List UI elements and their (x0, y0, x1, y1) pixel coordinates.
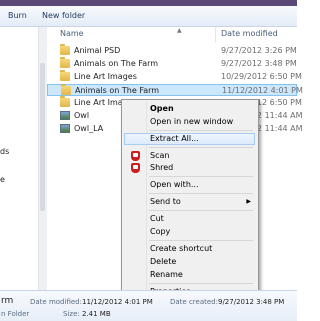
menu-item-label: Create shortcut (150, 244, 213, 253)
menu-item-scan[interactable]: Scan (124, 150, 255, 162)
menu-item-label: Send to (150, 197, 181, 206)
size-value: 2.41 MB (82, 310, 111, 318)
file-date: 9/27/2012 3:48 PM (221, 59, 297, 68)
date-modified-value: 11/12/2012 4:01 PM (82, 298, 153, 306)
menu-item-open[interactable]: Open (124, 103, 255, 115)
menu-item-open-with[interactable]: Open with... (124, 179, 255, 191)
nav-item-1[interactable]: ds (0, 147, 9, 156)
menu-item-create-shortcut[interactable]: Create shortcut (124, 243, 255, 255)
menu-item-label: Open with... (150, 180, 199, 189)
menu-separator (149, 147, 253, 148)
menu-item-label: Extract All... (150, 134, 199, 143)
image-icon (60, 111, 70, 120)
context-menu: Open Open in new window Extract All... S… (121, 99, 259, 303)
menu-separator (149, 130, 253, 131)
new-folder-button[interactable]: New folder (42, 11, 85, 20)
file-name: Animal PSD (74, 46, 121, 55)
folder-icon (60, 44, 70, 55)
folder-icon (60, 57, 70, 68)
zip-folder-icon (61, 84, 71, 95)
navigation-pane: ds e (0, 27, 38, 290)
menu-item-label: Shred (150, 163, 174, 172)
menu-item-label: Scan (150, 151, 170, 160)
file-date: 11/12/2012 4:01 PM (222, 86, 303, 95)
menu-separator (149, 210, 253, 211)
menu-item-delete[interactable]: Delete (124, 256, 255, 268)
date-created-value: 9/27/2012 3:48 PM (218, 298, 285, 306)
menu-item-label: Cut (150, 214, 164, 223)
shield-icon (131, 151, 140, 161)
folder-icon (60, 70, 70, 81)
menu-item-label: Rename (150, 270, 183, 279)
submenu-arrow-icon: ▶ (246, 198, 251, 205)
zip-folder-icon (60, 96, 70, 107)
details-pane: rm n Folder Date modified: 11/12/2012 4:… (0, 290, 297, 321)
file-row[interactable]: Animals on The Farm 9/27/2012 3:48 PM (47, 57, 297, 70)
menu-item-copy[interactable]: Copy (124, 226, 255, 238)
file-name: Owl (74, 111, 90, 120)
column-header-date-modified[interactable]: Date modified (221, 29, 278, 38)
menu-item-label: Delete (150, 257, 177, 266)
shield-icon (131, 163, 140, 173)
sort-arrow-icon: ▲ (177, 27, 182, 34)
menu-item-label: Copy (150, 227, 171, 236)
menu-item-send-to[interactable]: Send to ▶ (124, 196, 255, 208)
file-name: Owl_LA (74, 124, 104, 133)
file-name: Line Art Images (74, 72, 137, 81)
file-row[interactable]: Animal PSD 9/27/2012 3:26 PM (47, 44, 297, 57)
menu-separator (149, 176, 253, 177)
file-row-selected[interactable]: Animals on The Farm 11/12/2012 4:01 PM (47, 84, 303, 96)
menu-item-label: Open (150, 104, 174, 113)
menu-separator (149, 283, 253, 284)
details-type: n Folder (1, 310, 30, 318)
nav-scrollbar[interactable] (38, 27, 47, 290)
file-name: Animals on The Farm (74, 59, 159, 68)
menu-item-open-new-window[interactable]: Open in new window (124, 116, 255, 128)
file-name: Animals on The Farm (75, 86, 160, 95)
menu-item-extract-all[interactable]: Extract All... (124, 133, 255, 145)
file-date: 10/29/2012 6:50 PM (221, 72, 302, 81)
date-modified-label: Date modified: (30, 298, 82, 306)
menu-separator (149, 193, 253, 194)
menu-item-shred[interactable]: Shred (124, 162, 255, 174)
details-name: rm (1, 296, 14, 306)
nav-item-2[interactable]: e (0, 175, 5, 184)
image-icon (60, 124, 70, 133)
file-date: 9/27/2012 3:26 PM (221, 46, 297, 55)
toolbar: Burn New folder (0, 6, 297, 27)
menu-item-cut[interactable]: Cut (124, 213, 255, 225)
size-label: Size: (63, 310, 80, 318)
date-created-label: Date created: (170, 298, 218, 306)
burn-button[interactable]: Burn (8, 11, 27, 20)
menu-item-label: Open in new window (150, 117, 234, 126)
menu-separator (149, 240, 253, 241)
file-row[interactable]: Line Art Images 10/29/2012 6:50 PM (47, 70, 302, 83)
nav-scrollbar-thumb[interactable] (40, 63, 45, 211)
menu-item-rename[interactable]: Rename (124, 269, 255, 281)
column-header-name[interactable]: Name (60, 29, 84, 38)
column-divider[interactable] (215, 27, 216, 42)
